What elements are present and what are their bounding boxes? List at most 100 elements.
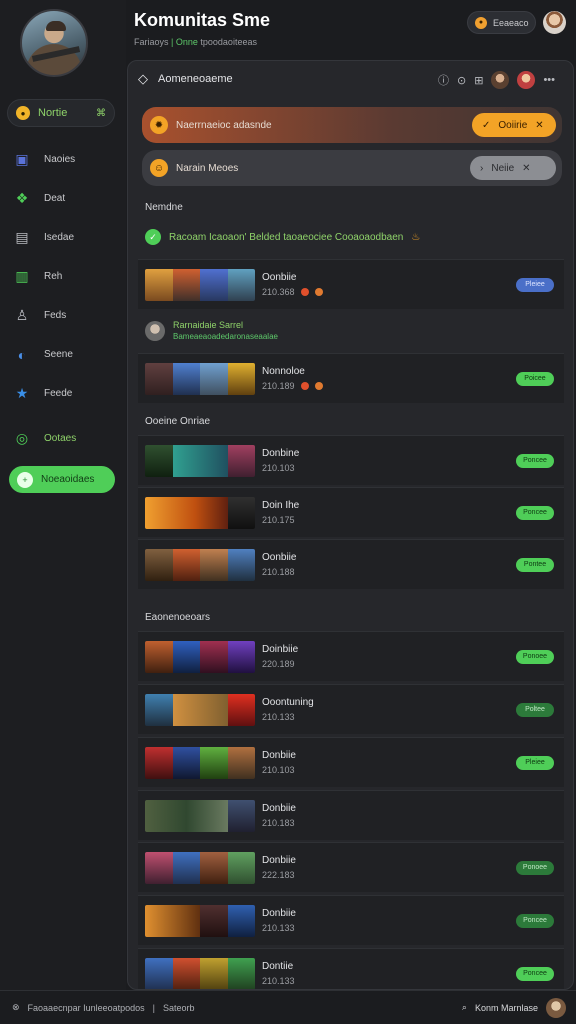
person-icon: ♙ (15, 307, 29, 323)
play-button[interactable]: Poltee (516, 702, 554, 717)
grid-icon[interactable]: ⊞ (474, 74, 483, 87)
game-row[interactable]: Donbiie 210.183 (138, 790, 564, 840)
section-title-1: Nemdne (145, 202, 183, 213)
game-row[interactable]: Ooontuning 210.133 Poltee (138, 684, 564, 734)
footer-right[interactable]: ⌕ Konm Marnlase (462, 997, 566, 1018)
status-caret-icon: ⌘ (96, 107, 106, 119)
friend-text: Rarnaidaie Sarrel Bameaeaoadedaronaseaal… (173, 320, 278, 341)
info-icon[interactable]: ⓘ (438, 72, 449, 88)
member-avatar[interactable] (517, 71, 536, 89)
member-avatar[interactable] (491, 71, 510, 89)
game-stats: 210.189 (262, 381, 516, 391)
game-row[interactable]: Donbiie 210.103 Pleiee (138, 737, 564, 787)
plus-icon: + (17, 471, 33, 488)
game-row[interactable]: Oonbiie 210.368 Pleiee (138, 259, 564, 309)
sidebar-item-6[interactable]: ◐ Seene (0, 335, 126, 374)
fire-icon: ♨ (411, 231, 421, 243)
user-avatar[interactable] (543, 11, 566, 34)
friend-activity[interactable]: Rarnaidaie Sarrel Bameaeaoadedaronaseaal… (145, 320, 278, 341)
camera-icon[interactable]: ⊙ (457, 74, 466, 87)
play-button[interactable]: Poicee (516, 371, 554, 386)
sidebar-nav: ▣ Naoies ❖ Deat ▤ Isedae ▥ Reh ♙ Feds ◐ … (0, 140, 126, 458)
game-count: 210.103 (262, 765, 295, 775)
subtitle-prefix: Fariaoys (134, 37, 169, 47)
game-meta: Donbiie 210.133 (262, 908, 516, 933)
game-meta: Dontiie 210.133 (262, 961, 516, 986)
game-title: Oonbiie (262, 552, 297, 563)
game-meta: Nonnoloe 210.189 (262, 366, 516, 391)
play-button[interactable]: Pleiee (516, 277, 554, 292)
game-title: Nonnoloe (262, 366, 305, 377)
game-title: Donbiie (262, 803, 296, 814)
hot-icon (314, 288, 323, 296)
settings-icon[interactable]: ⊗ (12, 1002, 20, 1013)
sidebar-item-8[interactable]: ◎ Ootaes (0, 419, 126, 458)
footer-avatar[interactable] (546, 997, 566, 1018)
join-button[interactable]: ✓ Ooiirie ✕ (472, 113, 556, 137)
avatar-cap-shape (46, 21, 66, 31)
game-meta: Donbine 210.103 (262, 448, 516, 473)
live-icon (300, 288, 309, 296)
game-row[interactable]: Doinbiie 220.189 Ponoee (138, 631, 564, 681)
game-title: Donbiie (262, 855, 296, 866)
promo-line[interactable]: ✓ Racoam Icaoaon' Belded taoaeociee Cooa… (145, 229, 420, 245)
footer-left-text: Faoaaecnpar Iunleeoatpodos (27, 1002, 145, 1013)
sidebar-item-1[interactable]: ▣ Naoies (0, 140, 126, 179)
sidebar-item-4[interactable]: ▥ Reh (0, 257, 126, 296)
more-icon[interactable]: ••• (543, 74, 555, 86)
notice-banner-text: Narain Meoes (176, 162, 239, 174)
play-button[interactable]: Poncee (516, 913, 554, 928)
play-button[interactable]: Poncee (516, 453, 554, 468)
play-button[interactable]: Ponoee (516, 860, 554, 875)
chart-icon: ▥ (15, 268, 29, 284)
sidebar-cta-label: Noeaoidaes (41, 474, 95, 485)
sidebar-cta-button[interactable]: + Noeaoidaes (9, 466, 115, 493)
back-icon[interactable]: ◇ (138, 71, 148, 87)
game-thumbnails (145, 904, 255, 937)
footer-left[interactable]: ⊗ Faoaaecnpar Iunleeoatpodos | Sateorb (12, 1002, 195, 1013)
game-thumbnails (145, 640, 255, 673)
play-button[interactable]: Ponoee (516, 649, 554, 664)
star-icon: ★ (15, 385, 29, 401)
game-title: Donbiie (262, 750, 296, 761)
game-meta: Donbiie 210.183 (262, 803, 564, 828)
sidebar-item-3[interactable]: ▤ Isedae (0, 218, 126, 257)
event-banner[interactable]: ✹ Naerrnaeioc adasnde ✓ Ooiirie ✕ (142, 107, 562, 143)
game-row[interactable]: Nonnoloe 210.189 Poicee (138, 353, 564, 403)
notice-banner[interactable]: ☺ Narain Meoes › Neiie ✕ (142, 150, 562, 186)
game-row[interactable]: Doin Ihe 210.175 Poncee (138, 487, 564, 537)
game-row[interactable]: Donbiie 222.183 Ponoee (138, 842, 564, 892)
footer-bar: ⊗ Faoaaecnpar Iunleeoatpodos | Sateorb ⌕… (0, 990, 576, 1024)
subtitle-suffix: tpoodaoiteeas (200, 37, 257, 47)
check-icon: ✓ (482, 119, 491, 131)
game-count: 210.133 (262, 976, 295, 986)
play-button[interactable]: Pleiee (516, 755, 554, 770)
search-icon[interactable]: ⌕ (462, 1002, 467, 1013)
status-selector[interactable]: ● Nortie ⌘ (7, 99, 115, 127)
status-label: Nortie (38, 107, 68, 119)
game-title: Doin Ihe (262, 500, 300, 511)
profile-avatar[interactable] (20, 9, 88, 77)
game-row[interactable]: Donbine 210.103 Poncee (138, 435, 564, 485)
game-meta: Donbiie 222.183 (262, 855, 516, 880)
header-action-button[interactable]: ● Eeaeaco (467, 11, 536, 34)
game-row[interactable]: Oonbiie 210.188 Pontee (138, 539, 564, 589)
sidebar-item-7[interactable]: ★ Feede (0, 374, 126, 413)
sidebar-item-5[interactable]: ♙ Feds (0, 296, 126, 335)
game-thumbnails (145, 268, 255, 301)
game-row[interactable]: Donbiie 210.133 Poncee (138, 895, 564, 945)
sidebar-item-label: Ootaes (44, 433, 77, 444)
notice-button[interactable]: › Neiie ✕ (470, 156, 556, 180)
sidebar-item-2[interactable]: ❖ Deat (0, 179, 126, 218)
sidebar-item-label: Reh (44, 271, 63, 282)
subtitle-status: | Onne (171, 37, 198, 47)
game-thumbnails (145, 746, 255, 779)
play-button[interactable]: Poncee (516, 505, 554, 520)
game-count: 222.183 (262, 870, 295, 880)
game-row[interactable]: Dontiie 210.133 Poncee (138, 948, 564, 989)
section-title-3: Eaonenoeoars (145, 612, 211, 623)
play-button[interactable]: Poncee (516, 966, 554, 981)
sidebar: ● Nortie ⌘ ▣ Naoies ❖ Deat ▤ Isedae ▥ Re… (0, 0, 126, 990)
game-count: 210.103 (262, 463, 295, 473)
play-button[interactable]: Pontee (516, 557, 554, 572)
